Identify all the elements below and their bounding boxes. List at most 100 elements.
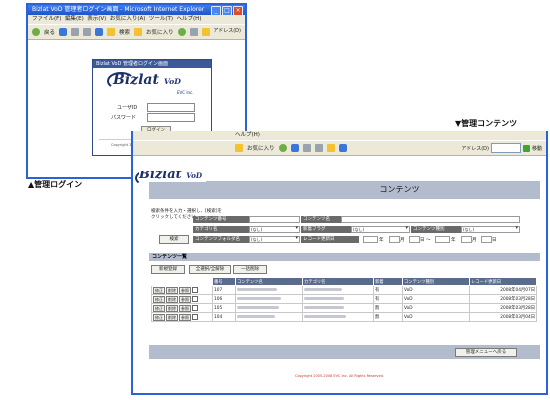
view-button[interactable]: 参照 xyxy=(179,286,191,294)
refresh-icon[interactable] xyxy=(83,28,92,36)
row-checkbox[interactable] xyxy=(192,314,198,320)
new-cell: 有 xyxy=(373,285,403,295)
content-name-input[interactable] xyxy=(341,216,520,223)
search-button-label[interactable]: 検索 xyxy=(119,28,130,36)
go-button-label[interactable]: 移動 xyxy=(532,145,542,152)
column-header: 新着 xyxy=(373,277,403,286)
media-icon[interactable] xyxy=(177,28,186,36)
from-month-input[interactable] xyxy=(389,236,400,243)
row-actions: 修正 削除 参照 xyxy=(151,294,213,304)
content-type-select[interactable]: (なし) xyxy=(461,226,520,233)
delete-button[interactable]: 削除 xyxy=(166,295,178,303)
search-button[interactable]: 検索 xyxy=(159,235,189,244)
menu-view[interactable]: 表示(V) xyxy=(87,16,106,22)
row-checkbox[interactable] xyxy=(192,305,198,311)
favorites-icon[interactable] xyxy=(235,144,243,152)
login-window-title: Bizlat VoD 管理者ログイン画面 - Microsoft Interne… xyxy=(32,6,205,13)
category-cell xyxy=(302,303,374,313)
redacted-text xyxy=(304,287,342,291)
delete-button[interactable]: 削除 xyxy=(166,313,178,321)
type-cell: VoD xyxy=(402,285,470,295)
from-year-input[interactable] xyxy=(363,236,378,243)
back-icon[interactable] xyxy=(32,28,40,36)
day-unit: 日 xyxy=(420,238,425,243)
menu-favorites[interactable]: お気に入り(A) xyxy=(110,16,146,22)
column-header: カテゴリ名 xyxy=(302,277,374,286)
logo-text: Bizlat xyxy=(139,171,182,182)
new-flag-select[interactable]: (なし) xyxy=(351,226,410,233)
new-cell: 無 xyxy=(373,312,403,322)
userid-input[interactable] xyxy=(147,103,195,112)
favorites-icon[interactable] xyxy=(134,28,143,36)
close-icon[interactable]: × xyxy=(233,6,243,16)
mail-icon[interactable] xyxy=(189,28,198,36)
delete-button[interactable]: 削除 xyxy=(166,304,178,312)
forward-icon[interactable] xyxy=(59,28,68,36)
category-cell xyxy=(302,312,374,322)
range-separator: ～ xyxy=(426,238,431,243)
minimize-icon[interactable]: _ xyxy=(211,6,221,16)
row-actions: 修正 削除 参照 xyxy=(151,312,213,322)
table-header-row: 番号 コンテンツ名 カテゴリ名 新着 コンテンツ種別 レコード更新日 xyxy=(151,277,537,286)
history-icon[interactable] xyxy=(290,144,299,152)
menu-help[interactable]: ヘルプ(H) xyxy=(235,132,260,138)
to-month-input[interactable] xyxy=(461,236,472,243)
maximize-icon[interactable]: □ xyxy=(222,6,232,16)
menu-tools[interactable]: ツール(T) xyxy=(149,16,173,22)
bulk-delete-button[interactable]: 一括削除 xyxy=(233,265,267,274)
back-to-menu-button[interactable]: 管理メニューへ戻る xyxy=(455,348,517,357)
home-icon[interactable] xyxy=(95,28,104,36)
row-checkbox[interactable] xyxy=(192,296,198,302)
type-cell: VoD xyxy=(402,303,470,313)
content-name-cell xyxy=(235,294,303,304)
menu-help[interactable]: ヘルプ(H) xyxy=(177,16,202,22)
folder-icon[interactable] xyxy=(201,28,210,36)
folder-select[interactable]: (なし) xyxy=(249,236,300,243)
password-input[interactable] xyxy=(147,113,195,122)
new-cell: 有 xyxy=(373,294,403,304)
new-register-button[interactable]: 新規登録 xyxy=(151,265,185,274)
updated-label: レコード更新日 xyxy=(301,236,359,243)
delete-button[interactable]: 削除 xyxy=(166,286,178,294)
to-day-input[interactable] xyxy=(481,236,492,243)
view-button[interactable]: 参照 xyxy=(179,295,191,303)
edit-icon[interactable] xyxy=(326,144,335,152)
stop-icon[interactable] xyxy=(71,28,80,36)
address-label: アドレス(D) xyxy=(213,28,241,34)
redacted-text xyxy=(237,287,277,291)
media-icon[interactable] xyxy=(278,144,287,152)
content-no-input[interactable] xyxy=(249,216,300,223)
back-button-label[interactable]: 戻る xyxy=(44,28,55,36)
search-icon[interactable] xyxy=(107,28,116,36)
footer-copyright: Copyright 2005-2008 EVC Inc. All Rights … xyxy=(295,374,384,378)
select-all-button[interactable]: 全選択/全解除 xyxy=(189,265,231,274)
row-checkbox[interactable] xyxy=(192,287,198,293)
caption-contents: ▼管理コンテンツ xyxy=(455,119,518,128)
to-year-input[interactable] xyxy=(435,236,450,243)
redacted-text xyxy=(304,305,344,309)
column-header: レコード更新日 xyxy=(469,277,537,286)
category-select[interactable]: (なし) xyxy=(249,226,300,233)
table-row: 修正 削除 参照 105 無 VoD 2008年03月28日 xyxy=(151,303,537,313)
print-icon[interactable] xyxy=(314,144,323,152)
mail-icon[interactable] xyxy=(302,144,311,152)
go-icon[interactable] xyxy=(522,144,530,152)
table-row: 修正 削除 参照 106 有 VoD 2008年03月28日 xyxy=(151,294,537,304)
messenger-icon[interactable] xyxy=(338,144,347,152)
from-day-input[interactable] xyxy=(409,236,420,243)
view-button[interactable]: 参照 xyxy=(179,304,191,312)
view-button[interactable]: 参照 xyxy=(179,313,191,321)
edit-button[interactable]: 修正 xyxy=(153,304,165,312)
menu-edit[interactable]: 編集(E) xyxy=(65,16,84,22)
edit-button[interactable]: 修正 xyxy=(153,313,165,321)
login-toolbar: 戻る 検索 お気に入り アドレス(D) xyxy=(28,24,245,40)
year-unit: 年 xyxy=(379,238,384,243)
edit-button[interactable]: 修正 xyxy=(153,286,165,294)
menu-file[interactable]: ファイル(F) xyxy=(32,16,61,22)
year-unit: 年 xyxy=(451,238,456,243)
favorites-button-label[interactable]: お気に入り xyxy=(247,144,275,152)
address-input[interactable] xyxy=(490,143,521,153)
edit-button[interactable]: 修正 xyxy=(153,295,165,303)
favorites-button-label[interactable]: お気に入り xyxy=(146,28,174,36)
contents-toolbar: お気に入り アドレス(D) 移動 xyxy=(133,140,546,156)
